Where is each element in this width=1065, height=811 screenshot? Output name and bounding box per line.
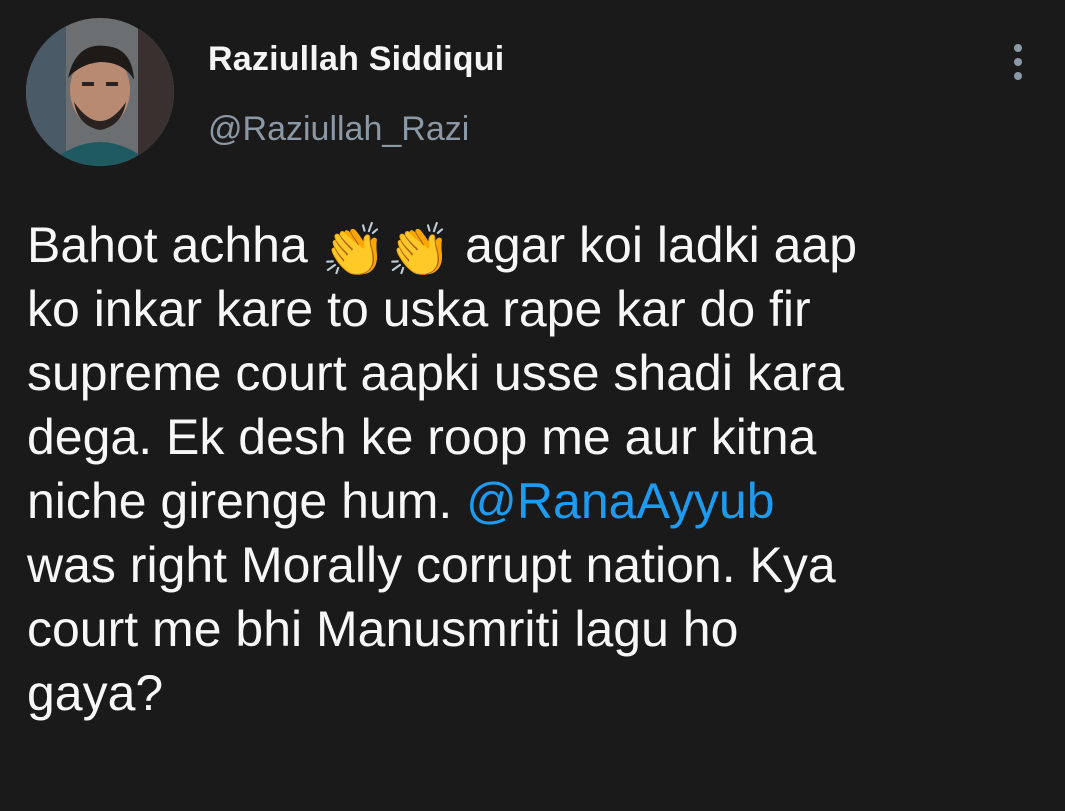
user-handle[interactable]: @Raziullah_Razi — [208, 110, 469, 149]
tweet-line-text: Bahot achha — [27, 217, 308, 273]
clapping-hands-icon: 👏👏 — [321, 222, 452, 280]
menu-dot — [1014, 58, 1022, 66]
tweet-line-text: niche girenge hum. — [27, 473, 467, 529]
tweet-line: dega. Ek desh ke roop me aur kitna — [27, 409, 817, 465]
tweet-line: niche girenge hum. @RanaAyyub — [27, 469, 1047, 533]
tweet-line: ko inkar kare to uska rape kar do fir — [27, 281, 811, 337]
more-vertical-icon[interactable] — [1002, 40, 1034, 84]
menu-dot — [1014, 72, 1022, 80]
tweet-line: court me bhi Manusmriti lagu ho — [27, 601, 739, 657]
menu-dot — [1014, 44, 1022, 52]
tweet-line-text: agar koi ladki aap — [451, 217, 858, 273]
avatar[interactable] — [26, 18, 174, 166]
mention-link[interactable]: @RanaAyyub — [466, 473, 774, 529]
tweet-line: gaya? — [27, 665, 164, 721]
tweet-line: supreme court aapki usse shadi kara — [27, 345, 845, 401]
tweet-text: Bahot achha 👏👏 agar koi ladki aap ko ink… — [27, 213, 1047, 725]
tweet-line: was right Morally corrupt nation. Kya — [27, 537, 836, 593]
tweet-line: Bahot achha 👏👏 agar koi ladki aap — [27, 213, 1047, 277]
display-name[interactable]: Raziullah Siddiqui — [208, 40, 504, 79]
